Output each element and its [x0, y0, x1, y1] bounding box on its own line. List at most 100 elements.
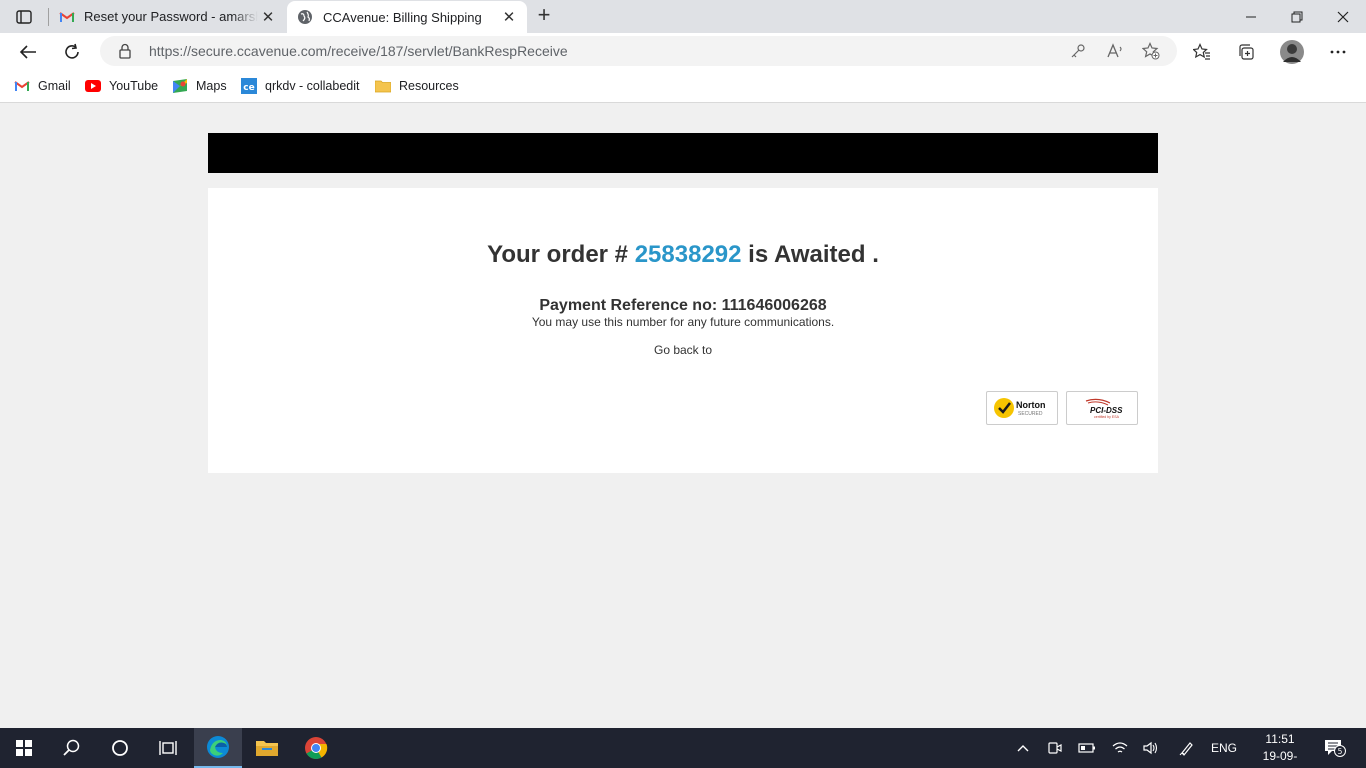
globe-icon [297, 9, 313, 25]
add-favorite-icon[interactable] [1140, 40, 1162, 62]
bookmark-label: YouTube [109, 79, 159, 93]
pen-workspace-button[interactable] [1176, 728, 1198, 768]
search-button[interactable] [48, 728, 96, 768]
meet-now-button[interactable] [1044, 728, 1066, 768]
svg-text:ce: ce [243, 83, 254, 93]
tab-title: CCAvenue: Billing Shipping [323, 9, 482, 25]
folder-icon [256, 741, 278, 756]
minimize-icon [1246, 16, 1256, 17]
bookmark-gmail[interactable]: Gmail [14, 76, 71, 96]
windows-logo-icon [16, 740, 32, 756]
close-tab-icon[interactable]: ✕ [499, 7, 519, 27]
tab-gmail[interactable]: Reset your Password - amarsharma ✕ [50, 0, 286, 33]
bookmark-collabedit[interactable]: ce qrkdv - collabedit [241, 76, 360, 96]
tab-separator [48, 8, 49, 26]
close-window-button[interactable] [1320, 0, 1366, 33]
reference-note: You may use this number for any future c… [531, 315, 835, 329]
youtube-icon [85, 78, 101, 94]
payment-reference: Payment Reference no: 111646006268 [539, 297, 827, 314]
favorites-icon [1193, 43, 1210, 60]
taskbar-edge[interactable] [194, 728, 242, 768]
restore-button[interactable] [1274, 0, 1320, 33]
edge-icon [207, 736, 229, 758]
read-aloud-icon[interactable] [1104, 40, 1126, 62]
bookmark-label: qrkdv - collabedit [265, 79, 360, 93]
bookmarks-bar: Gmail YouTube Maps ce qrkdv - collabedit… [0, 70, 1366, 103]
bookmark-label: Maps [196, 79, 227, 93]
settings-more-button[interactable] [1324, 38, 1352, 66]
url-text[interactable]: https://secure.ccavenue.com/receive/187/… [149, 43, 568, 59]
cortana-button[interactable] [96, 728, 144, 768]
tab-actions-button[interactable] [10, 7, 38, 27]
wifi-icon [1112, 742, 1128, 753]
norton-seal-icon: Norton SECURED [994, 398, 1046, 418]
camera-icon [1048, 742, 1062, 754]
bookmark-label: Resources [399, 79, 459, 93]
folder-icon [375, 78, 391, 94]
pci-dss-seal[interactable]: PCI-DSS certified by ESA [1066, 391, 1138, 425]
chevron-up-icon [1017, 745, 1029, 752]
address-bar[interactable]: https://secure.ccavenue.com/receive/187/… [100, 36, 1177, 66]
new-tab-button[interactable]: + [533, 4, 555, 27]
pci-sub: certified by ESA [1094, 415, 1120, 419]
order-status-heading: Your order # 25838292 is Awaited . [208, 241, 1158, 269]
order-prefix: Your order # [487, 241, 629, 268]
chrome-icon [305, 737, 328, 759]
start-button[interactable] [0, 728, 48, 768]
minimize-button[interactable] [1228, 0, 1274, 33]
task-view-icon [159, 741, 177, 755]
system-clock[interactable]: 11:51 19-09-2022 [1250, 731, 1310, 768]
bookmark-youtube[interactable]: YouTube [85, 76, 158, 96]
lock-icon[interactable] [118, 43, 132, 59]
pen-icon [1179, 742, 1193, 756]
norton-secured-seal[interactable]: Norton SECURED [986, 391, 1058, 425]
input-language[interactable]: ENG [1206, 728, 1242, 768]
key-icon[interactable] [1067, 40, 1089, 62]
pci-dss-seal-icon: PCI-DSS certified by ESA [1085, 398, 1123, 419]
norton-label: Norton [1016, 400, 1046, 410]
browser-toolbar: https://secure.ccavenue.com/receive/187/… [0, 33, 1366, 70]
notification-icon: 5 [1325, 740, 1346, 757]
network-button[interactable] [1108, 728, 1132, 768]
bookmark-maps[interactable]: Maps [172, 76, 227, 96]
speaker-icon [1143, 741, 1158, 755]
order-number: 25838292 [634, 241, 742, 268]
norton-sub: SECURED [1018, 411, 1043, 417]
tab-ccavenue[interactable]: CCAvenue: Billing Shipping ✕ [287, 1, 527, 33]
clock-time: 11:51 [1265, 732, 1295, 746]
battery-button[interactable] [1076, 728, 1098, 768]
back-button[interactable] [14, 38, 42, 66]
tab-strip: Reset your Password - amarsharma ✕ CCAve… [0, 0, 1366, 33]
cortana-icon [112, 740, 128, 756]
search-icon [63, 739, 80, 756]
pci-label: PCI-DSS [1090, 406, 1123, 415]
bookmark-resources[interactable]: Resources [375, 76, 459, 96]
taskbar-chrome[interactable] [292, 728, 340, 768]
gmail-icon [14, 78, 30, 94]
order-status-card: Your order # 25838292 is Awaited . Payme… [208, 188, 1158, 473]
refresh-button[interactable] [58, 38, 86, 66]
order-status: is Awaited . [748, 241, 879, 268]
gmail-icon [59, 9, 75, 25]
go-back-link[interactable]: Go back to [208, 343, 1158, 357]
show-hidden-icons-button[interactable] [1012, 728, 1034, 768]
collections-icon [1239, 44, 1254, 60]
favorites-button[interactable] [1188, 38, 1216, 66]
clock-date: 19-09-2022 [1262, 749, 1298, 768]
notification-center-button[interactable]: 5 [1322, 728, 1348, 768]
profile-avatar[interactable] [1278, 38, 1306, 66]
header-banner [208, 133, 1158, 173]
close-tab-icon[interactable]: ✕ [258, 7, 278, 27]
task-view-button[interactable] [144, 728, 192, 768]
refresh-icon [65, 43, 79, 59]
avatar-icon [1280, 40, 1304, 64]
maps-icon [172, 78, 188, 94]
tab-title: Reset your Password - amarsharma [84, 9, 258, 24]
restore-icon [1291, 11, 1303, 22]
volume-button[interactable] [1140, 728, 1162, 768]
tab-actions-icon [16, 10, 32, 24]
notification-count: 5 [1338, 747, 1343, 756]
taskbar-file-explorer[interactable] [243, 728, 291, 768]
collabedit-icon: ce [241, 78, 257, 94]
collections-button[interactable] [1232, 38, 1260, 66]
